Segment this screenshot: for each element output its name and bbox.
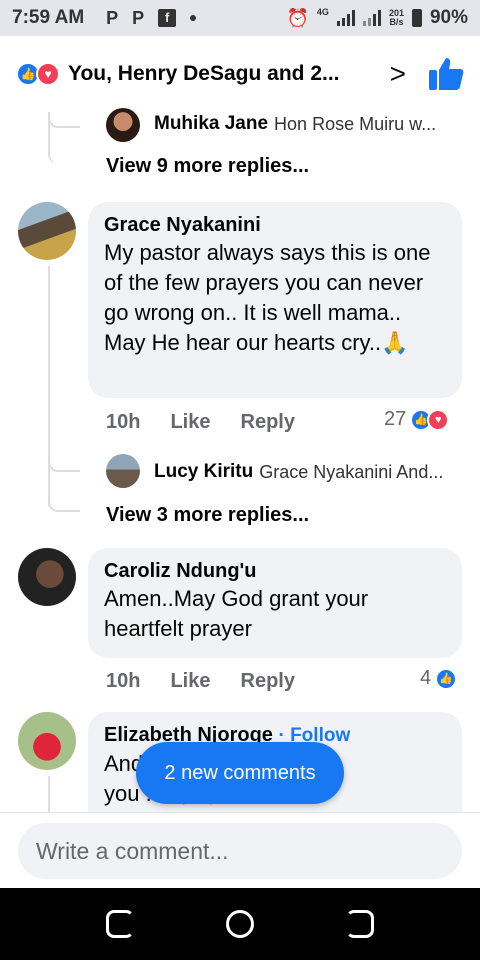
reply-snippet: Hon Rose Muiru w... — [274, 113, 437, 134]
reply-preview[interactable]: Muhika Jane Hon Rose Muiru w... — [154, 113, 464, 135]
status-time: 7:59 AM — [12, 7, 85, 28]
avatar[interactable] — [18, 548, 76, 606]
recent-apps-icon[interactable] — [106, 910, 134, 938]
view-more-replies-link[interactable]: View 3 more replies... — [106, 504, 309, 527]
love-icon: ♥ — [427, 408, 450, 431]
battery-percent: 90% — [429, 7, 468, 28]
thread-connector — [48, 440, 80, 472]
alarm-icon: ⏰ — [286, 7, 309, 28]
reply-snippet: Grace Nyakanini And... — [259, 461, 444, 482]
network-type-label: 4G — [316, 7, 329, 17]
status-bar: 7:59 AM P P f ⏰ 4G 201 B/s 90% — [0, 0, 480, 36]
reply-preview[interactable]: Lucy Kiritu Grace Nyakanini And... — [154, 461, 464, 483]
signal-icon-2 — [362, 10, 381, 26]
reaction-count-number: 4 — [420, 667, 432, 689]
chevron-right-icon[interactable]: > — [390, 58, 406, 90]
back-icon[interactable] — [346, 910, 374, 938]
comment-actions: 10h Like Reply — [106, 670, 325, 693]
avatar[interactable] — [18, 202, 76, 260]
status-right: ⏰ 4G 201 B/s 90% — [287, 7, 469, 29]
reply-author: Muhika Jane — [154, 113, 269, 134]
thread-connector — [48, 480, 80, 512]
avatar[interactable] — [18, 712, 76, 770]
system-nav-bar — [0, 888, 480, 960]
battery-icon — [411, 9, 422, 27]
pinterest-notification-icon: P — [106, 7, 119, 28]
signal-icon — [336, 10, 355, 26]
comment-text: Amen..May God grant your heartfelt praye… — [104, 586, 369, 641]
reaction-count[interactable]: 4 👍 — [420, 667, 458, 690]
network-speed: 201 B/s — [388, 8, 404, 27]
avatar[interactable] — [106, 454, 140, 488]
pinterest-notification-icon-2: P — [132, 7, 145, 28]
like-icon: 👍 — [435, 667, 458, 690]
reply-button[interactable]: Reply — [241, 411, 295, 434]
thread-line — [48, 266, 50, 506]
like-thumb-icon[interactable] — [428, 56, 464, 92]
comment-actions: 10h Like Reply — [106, 411, 325, 434]
comment-composer: Write a comment... — [0, 812, 480, 888]
comment-bubble[interactable]: Grace Nyakanini My pastor always says th… — [88, 202, 462, 398]
comment-author[interactable]: Grace Nyakanini — [104, 212, 446, 238]
home-icon[interactable] — [226, 910, 254, 938]
comment-time: 10h — [106, 670, 141, 692]
comment-author[interactable]: Caroliz Ndung'u — [104, 558, 446, 584]
reaction-count-number: 27 — [384, 408, 407, 430]
thread-connector — [48, 112, 80, 164]
comment-input[interactable]: Write a comment... — [18, 823, 462, 879]
reply-button[interactable]: Reply — [241, 670, 295, 693]
like-button[interactable]: Like — [170, 670, 210, 693]
more-notifications-dot-icon — [190, 15, 197, 21]
facebook-notification-icon: f — [158, 9, 177, 27]
reply-author: Lucy Kiritu — [154, 461, 254, 482]
reactions-summary-title[interactable]: You, Henry DeSagu and 2... — [68, 62, 378, 86]
comment-text: My pastor always says this is one of the… — [104, 240, 431, 355]
view-more-replies-link[interactable]: View 9 more replies... — [106, 155, 309, 178]
reaction-count[interactable]: 27 👍 ♥ — [384, 408, 450, 431]
header-reactions: 👍 ♥ — [16, 62, 60, 86]
like-button[interactable]: Like — [170, 411, 210, 434]
avatar[interactable] — [106, 108, 140, 142]
new-comments-button[interactable]: 2 new comments — [136, 742, 344, 804]
comment-time: 10h — [106, 411, 141, 433]
comment-bubble[interactable]: Caroliz Ndung'u Amen..May God grant your… — [88, 548, 462, 658]
love-icon: ♥ — [36, 62, 60, 86]
reactions-header[interactable]: 👍 ♥ You, Henry DeSagu and 2... > — [0, 36, 480, 112]
thread-line — [48, 776, 50, 812]
